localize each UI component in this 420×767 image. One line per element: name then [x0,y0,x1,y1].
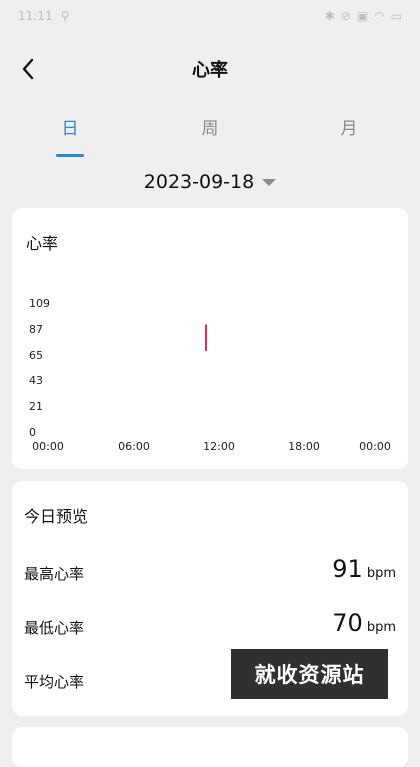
mute-icon: ⊘ [340,9,351,23]
max-hr-unit: bpm [366,566,396,581]
tab-day[interactable]: 日 [40,114,100,139]
bluetooth-icon: ✱ [324,9,335,23]
status-time: 11:11 [18,9,53,23]
avg-hr-label: 平均心率 [24,673,85,691]
max-hr-value: 91 bpm [332,555,396,583]
heart-rate-plot [205,324,208,352]
back-button[interactable] [12,53,44,85]
min-hr-unit: bpm [366,620,396,635]
heart-rate-chart-card: 心率 109 87 65 43 21 0 00:00 06:00 12:00 1… [12,208,408,469]
status-bar: 11:11 ⚲ ✱ ⊘ ▣ ◠ ▭ [0,0,420,32]
date-selector[interactable]: 2023-09-18 [0,171,420,193]
usb-icon: ⚲ [60,9,70,23]
wifi-icon: ◠ [374,9,385,23]
date-value: 2023-09-18 [143,171,255,193]
max-hr-number: 91 [332,555,363,583]
info-card [12,727,408,767]
tab-week[interactable]: 周 [180,114,240,139]
period-tabs: 日 周 月 [0,114,420,162]
min-hr-value: 70 bpm [332,609,396,637]
battery-icon: ▭ [390,9,402,23]
caret-down-icon [262,178,277,186]
back-arrow-icon [22,58,34,80]
nav-bar: 心率 [0,45,420,93]
watermark-overlay: 就收资源站 [231,649,388,699]
nfc-icon: ▣ [356,9,369,23]
tab-month[interactable]: 月 [319,114,379,139]
max-hr-label: 最高心率 [24,565,85,583]
overview-title: 今日预览 [24,507,89,526]
page-title: 心率 [192,60,228,81]
min-hr-label: 最低心率 [24,619,85,637]
min-hr-number: 70 [332,609,363,637]
tab-active-indicator [56,154,84,157]
